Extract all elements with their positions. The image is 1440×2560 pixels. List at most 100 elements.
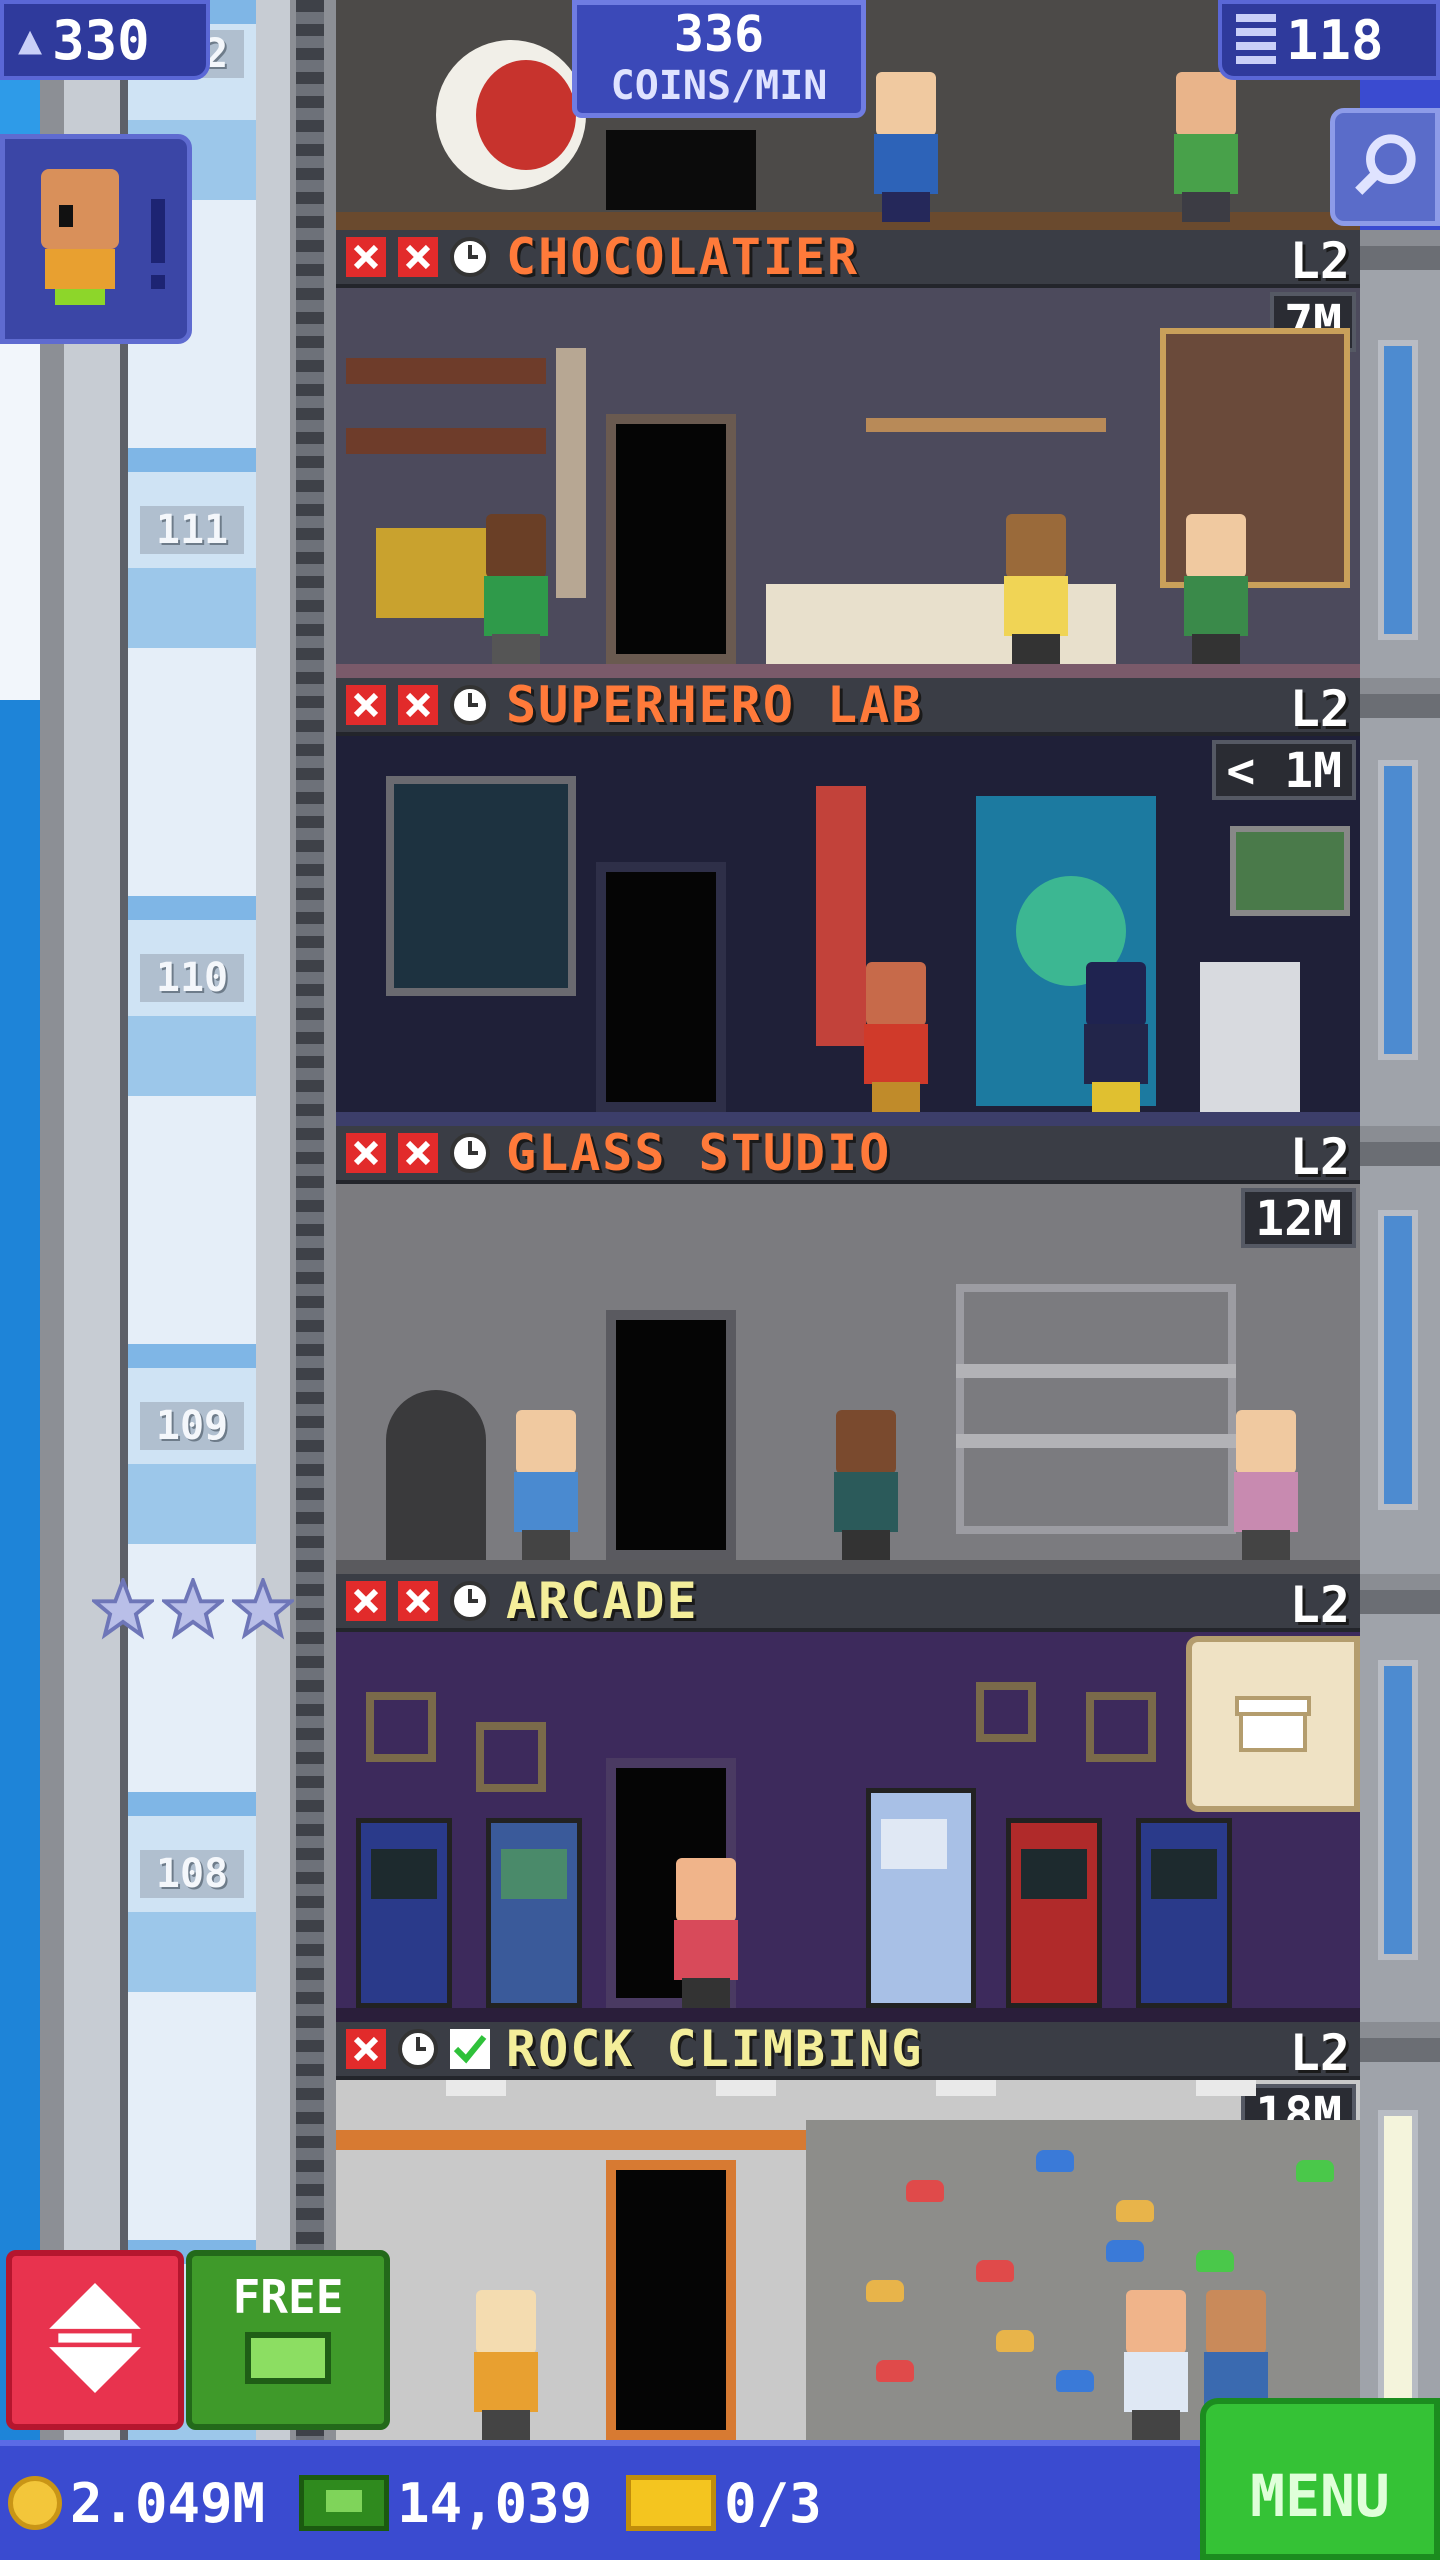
clock-icon [448,235,492,279]
bux-icon [245,2332,331,2384]
floor-header[interactable]: ROCK CLIMBING L2 [336,2020,1360,2082]
bitizen[interactable] [866,72,946,222]
check-icon [448,2027,492,2071]
chest-icon [1225,1674,1321,1774]
elevator-button[interactable] [6,2250,184,2430]
door [606,2160,736,2440]
star-icon [229,1575,297,1640]
bitizen[interactable] [856,962,936,1112]
pillar-window [1378,2110,1418,2410]
stock-out-icon [344,1131,388,1175]
stock-out-icon [344,2027,388,2071]
menu-button[interactable]: MENU [1200,2398,1440,2560]
claw-machine [866,1788,976,2008]
floor-level: L2 [1289,2024,1350,2082]
stock-out-icon [396,1131,440,1175]
floor-count-value: 118 [1286,8,1384,72]
floor-level: L2 [1289,680,1350,738]
floor-name: ARCADE [506,1572,699,1630]
population-badge[interactable]: ▲ 330 [0,0,210,80]
floor-chocolatier[interactable]: CHOCOLATIER L2 7M [336,228,1360,678]
clock-icon [448,1131,492,1175]
wall-frame [976,1682,1036,1742]
bitizen[interactable] [1166,72,1246,222]
bitizen[interactable] [506,1410,586,1560]
kiln [386,1390,486,1560]
shelf [956,1434,1236,1448]
climbing-hold [1296,2160,1334,2182]
bitizen[interactable] [1116,2290,1196,2440]
floor-header[interactable]: CHOCOLATIER L2 [336,228,1360,290]
bitizen[interactable] [1176,514,1256,664]
bitizen[interactable] [476,514,556,664]
climbing-hold [1116,2200,1154,2222]
price-tag: < 1M [1212,740,1356,800]
floor-room[interactable]: < 1M [336,736,1360,1126]
climbing-hold [1056,2370,1094,2392]
search-button[interactable] [1330,108,1440,226]
elevator-rail [296,0,324,2440]
door [606,130,756,210]
treasure-chest-button[interactable] [1186,1636,1360,1812]
arcade-machine [1006,1818,1102,2008]
floor-glass-studio[interactable]: GLASS STUDIO L2 12M [336,1124,1360,1574]
floor-header[interactable]: ARCADE L2 [336,1572,1360,1634]
climbing-hold [906,2180,944,2202]
bux-display[interactable]: 14,039 [299,2472,592,2535]
floor-baseline [336,1560,1360,1574]
door [606,414,736,664]
hologram-display [386,776,576,996]
bitizen[interactable] [466,2290,546,2440]
climbing-hold [996,2330,1034,2352]
coins-value: 2.049M [70,2471,266,2535]
free-bux-button[interactable]: FREE [186,2250,390,2430]
stock-out-icon [396,683,440,727]
bitizen[interactable] [1226,1410,1306,1560]
floor-number-label: 111 [140,506,244,554]
building-pillar [1356,230,1440,2440]
coins-per-minute-panel[interactable]: 336 COINS/MIN [572,0,866,118]
egg-chair-cushion [476,60,576,170]
bitizen[interactable] [1076,962,1156,1112]
climbing-hold [1106,2240,1144,2262]
floor-rock-climbing[interactable]: ROCK CLIMBING L2 18M [336,2020,1360,2440]
pipe [556,348,586,598]
pillar-window [1378,760,1418,1060]
elevator-shaft[interactable] [128,0,256,2440]
clock-icon [448,683,492,727]
price-tag: 12M [1241,1188,1356,1248]
arcade-machine [486,1818,582,2008]
floor-superhero-lab[interactable]: SUPERHERO LAB L2 < 1M [336,676,1360,1126]
magnifier-icon [1350,130,1420,204]
floor-header[interactable]: GLASS STUDIO L2 [336,1124,1360,1186]
clock-icon [448,1579,492,1623]
coin-icon [8,2476,62,2530]
up-down-arrow-icon [40,2278,150,2402]
wall-frame [476,1722,546,1792]
floor-room[interactable]: 12M [336,1184,1360,1574]
wood-beam [336,2130,806,2150]
floor-room[interactable]: 18M [336,2080,1360,2440]
climbing-hold [976,2260,1014,2282]
star-icon [159,1575,227,1640]
bitizen[interactable] [996,514,1076,664]
coins-display[interactable]: 2.049M [8,2472,265,2535]
floor-number-label: 109 [140,1402,244,1450]
floor-level: L2 [1289,1128,1350,1186]
arcade-machine [356,1818,452,2008]
population-value: 330 [52,8,150,72]
bitizen-notification-button[interactable] [0,134,192,344]
floor-count-badge[interactable]: 118 [1218,0,1440,80]
floor-room[interactable]: 7M [336,288,1360,678]
shelf [956,1364,1236,1378]
tickets-display[interactable]: 0/3 [626,2472,822,2535]
population-icon: ▲ [18,17,43,63]
wall-frame [1086,1692,1156,1762]
floor-header[interactable]: SUPERHERO LAB L2 [336,676,1360,738]
world-map [1230,826,1350,916]
bitizen[interactable] [826,1410,906,1560]
climbing-hold [866,2280,904,2302]
stock-out-icon [396,1579,440,1623]
bitizen[interactable] [666,1858,746,2008]
computer-terminal [1200,962,1300,1112]
